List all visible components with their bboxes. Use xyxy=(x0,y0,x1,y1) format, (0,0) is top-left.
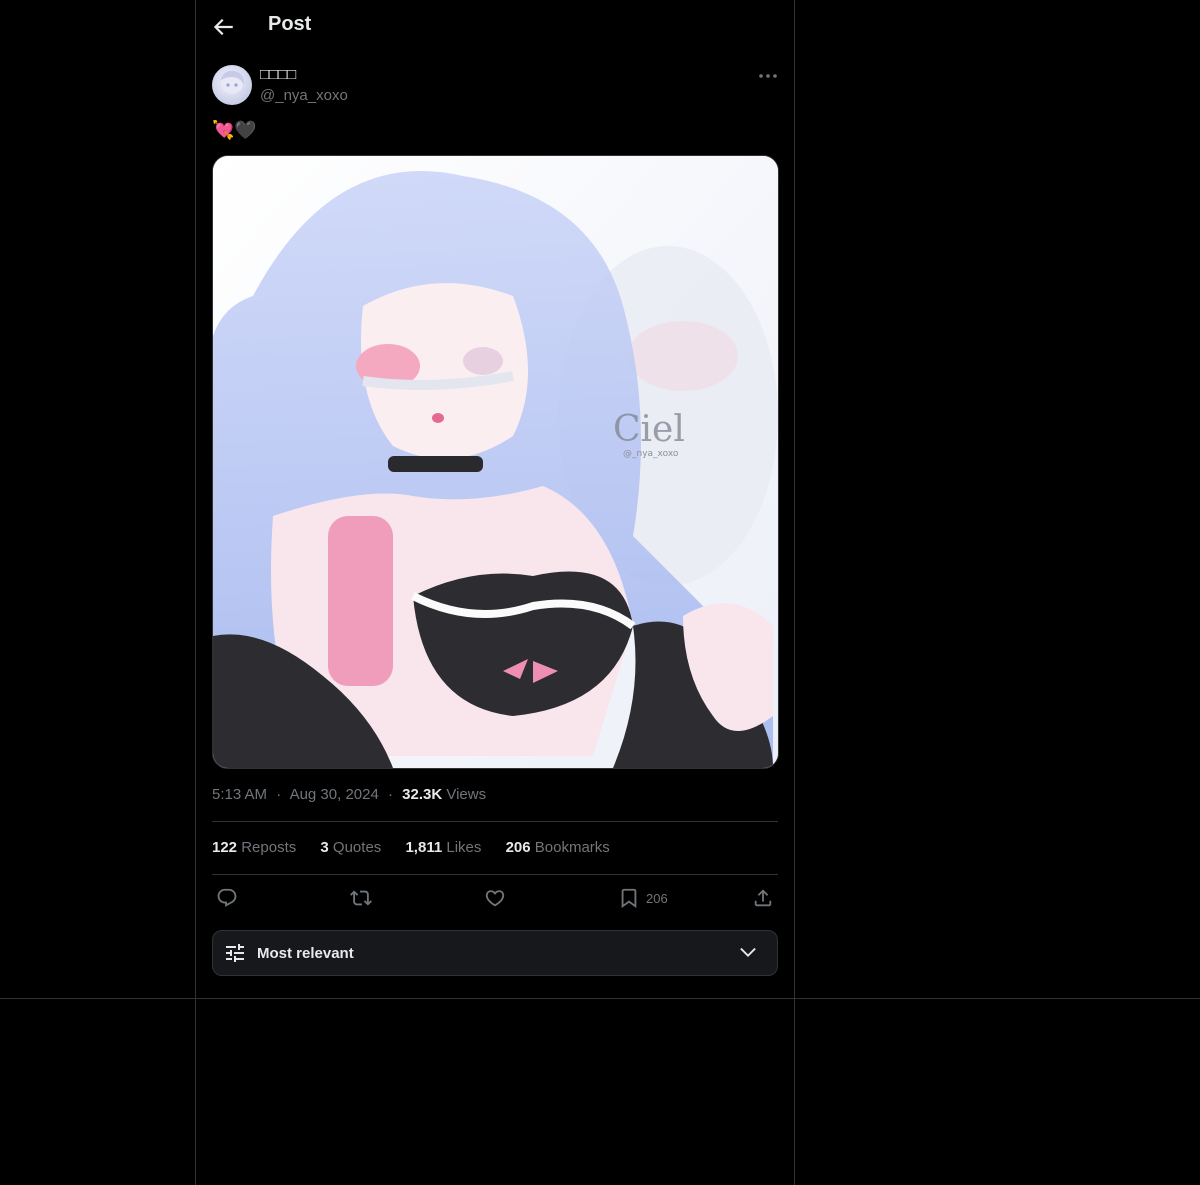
sort-label: Most relevant xyxy=(257,944,354,962)
bookmarks-stat[interactable]: 206 Bookmarks xyxy=(506,839,610,856)
likes-count: 1,811 xyxy=(405,839,443,856)
divider xyxy=(212,821,778,822)
bookmarks-label: Bookmarks xyxy=(534,839,610,856)
likes-label: Likes xyxy=(446,839,482,856)
tweet-date[interactable]: Aug 30, 2024 xyxy=(290,786,379,803)
divider xyxy=(212,874,778,875)
reposts-label: Reposts xyxy=(241,839,297,856)
quotes-label: Quotes xyxy=(332,839,382,856)
back-arrow-icon[interactable] xyxy=(210,14,236,40)
like-button[interactable] xyxy=(484,884,506,912)
bookmark-button[interactable]: 206 xyxy=(618,884,668,912)
quotes-count: 3 xyxy=(320,839,329,856)
likes-stat[interactable]: 1,811 Likes xyxy=(405,839,481,856)
reposts-stat[interactable]: 122 Reposts xyxy=(212,839,296,856)
tune-icon xyxy=(226,944,244,962)
watermark-handle: @_nya_xoxo xyxy=(623,449,679,459)
main-column: Post □□□□ @_nya_xoxo 💘🖤 Ciel @_nya_xoxo … xyxy=(195,0,795,1185)
repost-icon xyxy=(350,890,372,906)
author-display-name[interactable]: □□□□ xyxy=(260,66,296,83)
header: Post xyxy=(196,0,794,54)
views-label: Views xyxy=(446,786,487,803)
share-icon xyxy=(754,889,772,907)
bookmark-count: 206 xyxy=(646,890,668,906)
action-bar: 206 xyxy=(196,884,794,914)
quotes-stat[interactable]: 3 Quotes xyxy=(320,839,381,856)
tweet-media[interactable]: Ciel @_nya_xoxo xyxy=(212,155,779,769)
like-icon xyxy=(485,890,505,907)
share-button[interactable] xyxy=(752,884,774,912)
chevron-down-icon xyxy=(740,947,756,957)
tweet-time[interactable]: 5:13 AM xyxy=(212,786,267,803)
author-handle[interactable]: @_nya_xoxo xyxy=(260,87,348,104)
watermark-title: Ciel xyxy=(613,409,685,450)
meta-separator: · xyxy=(276,786,282,803)
repost-button[interactable] xyxy=(350,884,372,912)
engagement-stats: 122 Reposts 3 Quotes 1,811 Likes 206 Boo… xyxy=(212,839,630,856)
artwork-image: Ciel @_nya_xoxo xyxy=(213,156,778,768)
reposts-count: 122 xyxy=(212,839,238,856)
avatar-image xyxy=(220,70,245,94)
tweet-text: 💘🖤 xyxy=(212,120,257,140)
section-divider xyxy=(0,998,1200,999)
bookmarks-count: 206 xyxy=(505,839,531,856)
reply-button[interactable] xyxy=(216,884,238,912)
views-count: 32.3K xyxy=(402,786,443,803)
bookmark-icon xyxy=(621,888,637,909)
tweet-meta: 5:13 AM · Aug 30, 2024 · 32.3K Views xyxy=(212,786,486,803)
reply-icon xyxy=(217,888,237,907)
avatar[interactable] xyxy=(212,65,252,105)
more-icon[interactable] xyxy=(756,66,780,86)
reply-sort-dropdown[interactable]: Most relevant xyxy=(212,930,778,976)
page-title: Post xyxy=(268,13,312,35)
meta-separator: · xyxy=(387,786,393,803)
